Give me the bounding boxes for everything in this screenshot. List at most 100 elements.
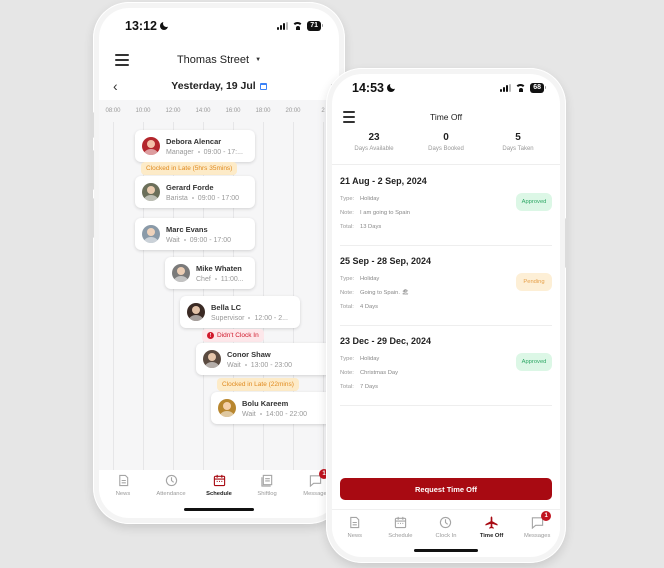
time-off-request[interactable]: 25 Sep - 28 Sep, 2024 Type: Holiday Note: Go… — [340, 246, 552, 326]
shift-info: Bella LC Supervisor 12:00 - 2... — [211, 303, 288, 322]
shift-meta: Chef 11:00... — [196, 276, 244, 283]
shift-card[interactable]: Marc Evans Wait 09:00 - 17:00 — [135, 218, 255, 250]
didnt-clock-in-tag: ! Didn't Clock In — [202, 329, 264, 342]
caret-down-icon: ▼ — [255, 57, 262, 63]
shift-meta: Supervisor 12:00 - 2... — [211, 315, 288, 322]
date-text: Yesterday, 19 Jul — [171, 80, 256, 92]
date-label[interactable]: Yesterday, 19 Jul — [171, 80, 267, 92]
shift-info: Conor Shaw Wait 13:00 - 23:00 — [227, 350, 292, 369]
chevron-left-icon[interactable]: ‹ — [113, 78, 118, 94]
employee-name: Bolu Kareem — [242, 398, 289, 408]
shift-info: Debora Alencar Manager 09:00 - 17:... — [166, 137, 243, 156]
employee-role: Wait — [227, 361, 241, 369]
tab-news[interactable]: News — [101, 474, 145, 497]
tab-label: Schedule — [206, 491, 232, 497]
battery-icon: 71 — [307, 21, 323, 31]
hour-gridline — [113, 122, 114, 470]
time-off-request[interactable]: 23 Dec - 29 Dec, 2024 Type: Holiday Note: Ch… — [340, 326, 552, 406]
location-header: Thomas Street ▼ — [99, 48, 339, 72]
request-type: Holiday — [360, 276, 380, 282]
status-time: 13:12 — [125, 19, 170, 33]
shift-card[interactable]: Gerard Forde Barista 09:00 - 17:00 — [135, 176, 255, 208]
hour-label: 16:00 — [225, 108, 241, 114]
timeoff-phone: 14:53 68 Time Off 23 Days Available 0 Days … — [326, 68, 568, 563]
hour-label: 14:00 — [195, 108, 211, 114]
stat-days-available: 23 Days Available — [339, 132, 409, 152]
moon-icon — [159, 20, 170, 30]
employee-role: Manager — [166, 148, 194, 156]
tab-messages[interactable]: Messages 1 — [515, 511, 559, 539]
clock-text: 14:53 — [352, 81, 384, 95]
shift-meta: Wait 14:00 - 22:00 — [242, 411, 307, 418]
shift-card[interactable]: Debora Alencar Manager 09:00 - 17:... — [135, 130, 255, 162]
status-badge: Approved — [516, 353, 552, 371]
side-button — [91, 112, 94, 138]
stat-label: Days Booked — [428, 146, 464, 152]
request-type-row: Type: Holiday — [340, 196, 379, 202]
location-selector[interactable]: Thomas Street ▼ — [177, 54, 261, 66]
request-total: 4 Days — [360, 304, 379, 310]
schedule-phone: 13:12 71 Thomas Street ▼ ‹ Yesterday, 19… — [91, 2, 345, 524]
shiftlog-icon — [260, 474, 274, 487]
request-date-range: 23 Dec - 29 Dec, 2024 — [340, 336, 432, 346]
signal-icon — [277, 22, 289, 30]
battery-icon: 68 — [530, 83, 546, 93]
shift-card[interactable]: Mike Whaten Chef 11:00... — [165, 257, 255, 289]
employee-role: Wait — [166, 236, 180, 244]
hour-label: 20:00 — [285, 108, 301, 114]
avatar — [142, 137, 160, 155]
request-total: 7 Days — [360, 384, 379, 390]
employee-name: Bella LC — [211, 302, 242, 312]
request-total: 13 Days — [360, 224, 382, 230]
divider — [332, 164, 560, 165]
request-type: Holiday — [360, 356, 380, 362]
bottom-tab-bar: News Schedule Clock In Time Off Messages 1 — [332, 511, 560, 546]
shift-time: 09:00 - 17:00 — [189, 236, 232, 244]
shift-time: 14:00 - 22:00 — [265, 410, 308, 418]
hour-label: 18:00 — [255, 108, 271, 114]
tab-time-off[interactable]: Time Off — [470, 516, 514, 539]
clocked-in-late-tag: Clocked in Late (5hrs 35mins) — [141, 162, 238, 175]
tab-schedule[interactable]: Schedule — [378, 516, 422, 539]
stat-label: Days Available — [354, 146, 394, 152]
wifi-icon — [292, 22, 304, 30]
avatar — [142, 183, 160, 201]
tab-label: News — [115, 491, 131, 497]
separator-dot — [197, 150, 200, 153]
menu-icon[interactable] — [115, 54, 129, 66]
tab-news[interactable]: News — [333, 516, 377, 539]
shift-card[interactable]: Bolu Kareem Wait 14:00 - 22:00 — [211, 392, 339, 424]
employee-name: Conor Shaw — [227, 349, 271, 359]
menu-icon[interactable] — [343, 111, 355, 123]
employee-name: Mike Whaten — [196, 263, 242, 273]
field-label: Note: — [340, 290, 354, 296]
time-off-request[interactable]: 21 Aug - 2 Sep, 2024 Type: Holiday Note: I a… — [340, 166, 552, 246]
tab-clock-in[interactable]: Clock In — [424, 516, 468, 539]
home-indicator — [184, 508, 254, 511]
schedule-timeline[interactable]: 08:00 10:00 12:00 14:00 16:00 18:00 20:00 2 Deb… — [99, 100, 339, 470]
hour-label: 10:00 — [135, 108, 151, 114]
clocked-in-late-tag: Clocked in Late (22mins) — [217, 378, 299, 391]
shift-time: 09:00 - 17:... — [203, 148, 243, 156]
tab-schedule[interactable]: Schedule — [197, 474, 241, 497]
request-date-range: 21 Aug - 2 Sep, 2024 — [340, 176, 427, 186]
tab-shiftlog[interactable]: Shiftlog — [245, 474, 289, 497]
tab-label: Attendance — [156, 491, 186, 497]
request-time-off-button[interactable]: Request Time Off — [340, 478, 552, 500]
tag-text: Didn't Clock In — [217, 332, 259, 339]
request-date-range: 25 Sep - 28 Sep, 2024 — [340, 256, 432, 266]
clock-icon — [165, 474, 178, 487]
field-label: Note: — [340, 370, 354, 376]
status-icons: 68 — [500, 83, 546, 93]
shift-time: 13:00 - 23:00 — [250, 361, 293, 369]
shift-card[interactable]: Conor Shaw Wait 13:00 - 23:00 — [196, 343, 336, 375]
tab-attendance[interactable]: Attendance — [149, 474, 193, 497]
request-note: I am going to Spain — [360, 210, 410, 216]
stat-days-booked: 0 Days Booked — [411, 132, 481, 152]
separator-dot — [248, 316, 251, 319]
calendar-icon — [394, 516, 407, 529]
shift-card[interactable]: Bella LC Supervisor 12:00 - 2... — [180, 296, 300, 328]
shift-meta: Wait 09:00 - 17:00 — [166, 237, 231, 244]
calendar-icon[interactable] — [259, 82, 267, 90]
hour-axis: 08:00 10:00 12:00 14:00 16:00 18:00 20:00 2 — [99, 108, 339, 120]
